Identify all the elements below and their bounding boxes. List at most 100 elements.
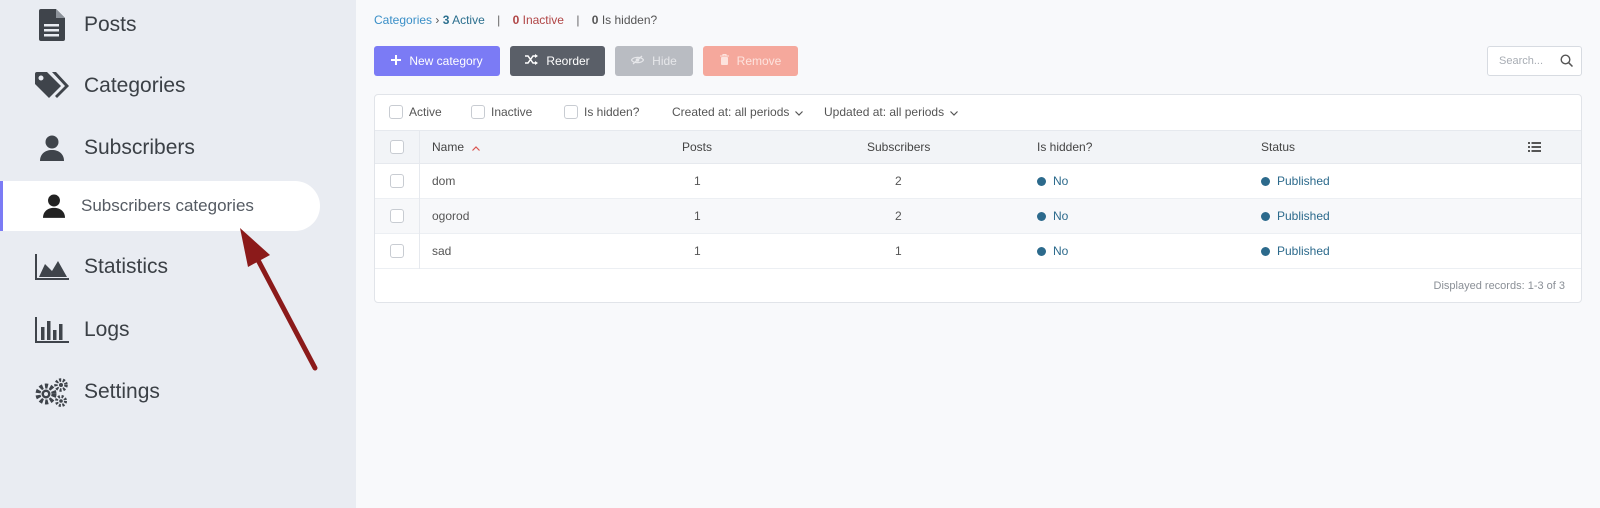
remove-button[interactable]: Remove [703, 46, 798, 76]
chevron-down-icon [950, 105, 959, 119]
column-is-hidden-header[interactable]: Is hidden? [1037, 131, 1092, 163]
row-status: Published [1261, 164, 1330, 198]
breadcrumb: Categories › 3 Active | 0 Inactive | 0 I… [374, 13, 657, 27]
row-name[interactable]: dom [432, 164, 455, 198]
table-row[interactable]: sad 1 1 No Published [375, 234, 1581, 269]
row-status: Published [1261, 199, 1330, 233]
row-checkbox[interactable] [390, 174, 404, 188]
reorder-label: Reorder [546, 54, 590, 68]
row-posts: 1 [694, 244, 701, 258]
filter-active[interactable]: Active [389, 105, 442, 119]
filter-hidden[interactable]: Is hidden? [564, 105, 639, 119]
main-content: Categories › 3 Active | 0 Inactive | 0 I… [356, 0, 1600, 508]
row-checkbox[interactable] [390, 209, 404, 223]
filter-created-at-dropdown[interactable]: Created at: all periods [672, 105, 804, 119]
records-count: Displayed records: 1-3 of 3 [1433, 280, 1565, 292]
sidebar-item-label: Logs [84, 318, 130, 341]
select-all-checkbox[interactable] [390, 140, 404, 154]
trash-icon [719, 54, 729, 68]
sidebar: Posts Categories Subscribers Subscribers… [0, 0, 356, 508]
row-is-hidden-value: No [1053, 209, 1069, 223]
sidebar-item-statistics[interactable]: Statistics [0, 242, 168, 292]
row-is-hidden-value: No [1053, 244, 1069, 258]
hidden-label[interactable]: Is hidden? [602, 13, 657, 27]
search-placeholder: Search... [1499, 55, 1544, 67]
hide-label: Hide [652, 54, 677, 68]
sidebar-item-posts[interactable]: Posts [0, 0, 137, 50]
breadcrumb-separator: | [497, 13, 501, 27]
filter-created-label: Created at: all periods [672, 105, 790, 119]
column-status-header[interactable]: Status [1261, 131, 1295, 163]
status-dot [1261, 176, 1270, 186]
sidebar-item-logs[interactable]: Logs [0, 305, 130, 355]
sidebar-item-categories[interactable]: Categories [0, 61, 186, 111]
active-count[interactable]: 3 [443, 13, 450, 27]
plus-icon [391, 54, 402, 68]
row-name[interactable]: ogorod [432, 199, 469, 233]
filter-hidden-label: Is hidden? [584, 105, 640, 119]
remove-label: Remove [736, 54, 782, 68]
column-name-header[interactable]: Name [432, 131, 480, 163]
sidebar-item-label: Subscribers categories [81, 196, 254, 215]
table-header: Name Posts Subscribers Is hidden? Status [375, 130, 1581, 164]
status-dot [1037, 211, 1046, 221]
filter-inactive-checkbox[interactable] [471, 105, 485, 119]
column-settings-icon[interactable] [1528, 131, 1541, 163]
filter-active-checkbox[interactable] [389, 105, 403, 119]
column-subscribers-header[interactable]: Subscribers [867, 131, 930, 163]
tags-icon [34, 70, 70, 102]
filter-hidden-checkbox[interactable] [564, 105, 578, 119]
reorder-button[interactable]: Reorder [510, 46, 605, 76]
sidebar-item-subscribers-categories[interactable]: Subscribers categories [0, 181, 320, 231]
chevron-down-icon [795, 105, 804, 119]
search-input[interactable]: Search... [1487, 46, 1582, 76]
table-row[interactable]: ogorod 1 2 No Published [375, 199, 1581, 234]
row-posts: 1 [694, 209, 701, 223]
filter-bar: Active Inactive Is hidden? Created at: a… [375, 95, 1581, 130]
sidebar-item-label: Subscribers [84, 136, 195, 159]
inactive-label[interactable]: Inactive [523, 13, 564, 27]
filter-active-label: Active [409, 105, 442, 119]
sidebar-item-settings[interactable]: Settings [0, 367, 160, 417]
inactive-count[interactable]: 0 [513, 13, 520, 27]
table-row[interactable]: dom 1 2 No Published [375, 164, 1581, 199]
row-checkbox[interactable] [390, 244, 404, 258]
row-is-hidden-value: No [1053, 174, 1069, 188]
status-dot [1037, 246, 1046, 256]
status-dot [1261, 246, 1270, 256]
row-is-hidden: No [1037, 234, 1068, 268]
row-posts: 1 [694, 174, 701, 188]
shuffle-icon [525, 54, 539, 68]
search-icon[interactable] [1560, 54, 1574, 70]
column-name-label: Name [432, 140, 465, 154]
filter-updated-label: Updated at: all periods [824, 105, 945, 119]
breadcrumb-categories-link[interactable]: Categories [374, 13, 432, 27]
column-posts-header[interactable]: Posts [682, 131, 712, 163]
filter-inactive-label: Inactive [491, 105, 533, 119]
sidebar-item-label: Posts [84, 13, 137, 36]
hidden-count[interactable]: 0 [592, 13, 599, 27]
breadcrumb-separator: | [576, 13, 580, 27]
active-label[interactable]: Active [452, 13, 485, 27]
row-is-hidden: No [1037, 164, 1068, 198]
select-all-cell [390, 131, 404, 163]
row-subscribers: 2 [895, 174, 902, 188]
row-status: Published [1261, 234, 1330, 268]
cogs-icon [34, 376, 70, 408]
sort-ascending-icon [472, 140, 480, 154]
sidebar-item-subscribers[interactable]: Subscribers [0, 123, 195, 173]
categories-table-card: Active Inactive Is hidden? Created at: a… [374, 94, 1582, 303]
row-status-value: Published [1277, 244, 1330, 258]
hide-button[interactable]: Hide [615, 46, 693, 76]
breadcrumb-arrow: › [435, 13, 440, 27]
row-subscribers: 2 [895, 209, 902, 223]
new-category-button[interactable]: New category [374, 46, 500, 76]
filter-updated-at-dropdown[interactable]: Updated at: all periods [824, 105, 959, 119]
bar-chart-icon [34, 314, 70, 346]
status-dot [1261, 211, 1270, 221]
new-category-label: New category [409, 54, 483, 68]
row-name[interactable]: sad [432, 234, 451, 268]
status-dot [1037, 176, 1046, 186]
row-subscribers: 1 [895, 244, 902, 258]
filter-inactive[interactable]: Inactive [471, 105, 532, 119]
